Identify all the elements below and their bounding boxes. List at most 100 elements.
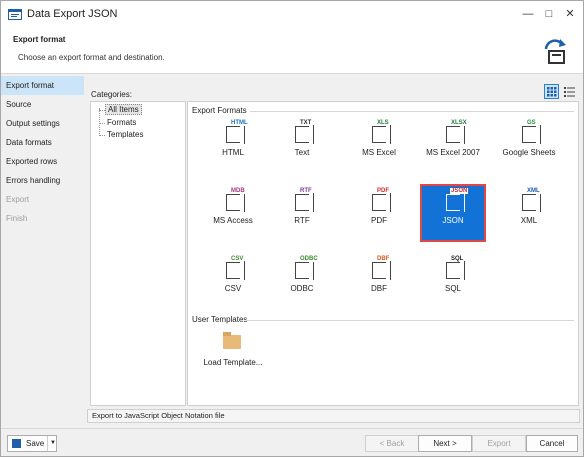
format-tile-text[interactable]: TXT Text (271, 118, 333, 172)
format-label: CSV (224, 284, 242, 293)
format-tile-ms-access[interactable]: MDB MS Access (202, 186, 264, 240)
format-badge: JSON (450, 188, 469, 194)
export-arrows-icon (544, 39, 566, 64)
save-button[interactable]: Save ▼ (7, 435, 57, 452)
divider (246, 320, 574, 321)
nav-item-data-formats[interactable]: Data formats (1, 133, 84, 152)
format-label: RTF (294, 216, 310, 225)
formats-panel: Export Formats User Templates Load Templ… (187, 101, 579, 406)
format-label: PDF (371, 216, 387, 225)
format-badge: MDB (230, 188, 246, 194)
export-wizard-window: Data Export JSON — □ ✕ Export format Cho… (0, 0, 584, 457)
nav-item-export-format[interactable]: Export format (1, 76, 84, 95)
format-tile-google-sheets[interactable]: GS Google Sheets (498, 118, 560, 172)
back-button[interactable]: < Back (365, 435, 419, 452)
nav-item-exported-rows[interactable]: Exported rows (1, 152, 84, 171)
load-template-tile[interactable]: Load Template... (202, 328, 264, 382)
format-badge: XLSX (450, 120, 468, 126)
grid-icon (547, 87, 557, 97)
nav-item-source[interactable]: Source (1, 95, 84, 114)
format-badge: DBF (376, 256, 391, 262)
large-icons-view-button[interactable] (544, 84, 559, 99)
document-icon (226, 193, 245, 212)
folder-icon (223, 332, 241, 349)
nav-item-export: Export (6, 195, 30, 204)
format-tile-ms-excel-2007[interactable]: XLSX MS Excel 2007 (422, 118, 484, 172)
format-label: JSON (442, 216, 464, 225)
document-icon (372, 125, 391, 144)
export-formats-heading: Export Formats (192, 106, 247, 115)
tree-item-label: All Items (105, 104, 142, 115)
load-template-label: Load Template... (203, 358, 263, 367)
document-icon (295, 125, 314, 144)
wizard-nav: Export format Source Output settings Data f… (1, 76, 84, 426)
document-icon (522, 125, 541, 144)
cancel-button[interactable]: Cancel (526, 435, 578, 452)
format-label: MS Access (213, 216, 253, 225)
format-label: DBF (371, 284, 387, 293)
format-label: MS Excel (362, 148, 396, 157)
tree-item-templates[interactable]: Templates (105, 129, 145, 141)
document-icon (295, 261, 314, 280)
status-bar: Export to JavaScript Object Notation fil… (87, 409, 580, 423)
format-badge: GS (526, 120, 537, 126)
next-button[interactable]: Next > (418, 435, 472, 452)
list-view-button[interactable] (562, 84, 577, 99)
tree-item-label: Templates (107, 130, 144, 139)
divider (250, 111, 574, 112)
document-icon (226, 125, 245, 144)
format-badge: XLS (376, 120, 390, 126)
tree-item-formats[interactable]: Formats (105, 117, 138, 129)
format-tile-sql[interactable]: SQL SQL (422, 254, 484, 308)
format-badge: SQL (450, 256, 465, 262)
format-badge: ODBC (299, 256, 319, 262)
save-icon (12, 439, 21, 448)
format-badge: PDF (376, 188, 390, 194)
minimize-icon[interactable]: — (521, 7, 535, 21)
document-icon (372, 193, 391, 212)
nav-item-errors-handling[interactable]: Errors handling (1, 171, 84, 190)
document-icon (446, 261, 465, 280)
page-title: Export format (13, 35, 66, 44)
chevron-down-icon[interactable]: ▼ (50, 436, 56, 451)
format-tile-json[interactable]: JSON JSON (420, 184, 486, 242)
format-tile-xml[interactable]: XML XML (498, 186, 560, 240)
format-tile-rtf[interactable]: RTF RTF (271, 186, 333, 240)
format-badge: RTF (299, 188, 313, 194)
export-button[interactable]: Export (472, 435, 526, 452)
format-label: Text (294, 148, 310, 157)
save-label: Save (26, 439, 45, 448)
page-subtitle: Choose an export format and destination. (18, 53, 165, 62)
nav-item-finish: Finish (6, 214, 28, 223)
format-badge: HTML (230, 120, 249, 126)
format-tile-csv[interactable]: CSV CSV (202, 254, 264, 308)
title-bar: Data Export JSON — □ ✕ (1, 1, 583, 27)
format-tile-ms-excel[interactable]: XLS MS Excel (348, 118, 410, 172)
document-icon (226, 261, 245, 280)
tree-item-all-items[interactable]: All Items (105, 104, 142, 116)
maximize-icon[interactable]: □ (542, 7, 556, 21)
document-icon (446, 125, 465, 144)
nav-item-output-settings[interactable]: Output settings (1, 114, 84, 133)
tree-connector (99, 108, 100, 134)
categories-tree: All Items Formats Templates (90, 101, 186, 406)
format-label: MS Excel 2007 (426, 148, 480, 157)
wizard-footer: Save ▼ < Back Next > Export Cancel (1, 428, 583, 456)
close-icon[interactable]: ✕ (563, 7, 577, 21)
user-templates-heading: User Templates (192, 315, 248, 324)
format-tile-dbf[interactable]: DBF DBF (348, 254, 410, 308)
format-tile-html[interactable]: HTML HTML (202, 118, 264, 172)
divider (47, 436, 48, 451)
format-label: ODBC (290, 284, 314, 293)
document-icon (522, 193, 541, 212)
format-label: Google Sheets (502, 148, 556, 157)
format-tile-odbc[interactable]: ODBC ODBC (271, 254, 333, 308)
tree-item-label: Formats (107, 117, 137, 127)
categories-label: Categories: (91, 90, 132, 99)
app-icon (8, 9, 22, 20)
format-badge: TXT (299, 120, 313, 126)
format-label: SQL (444, 284, 461, 293)
list-icon (564, 87, 575, 97)
format-tile-pdf[interactable]: PDF PDF (348, 186, 410, 240)
format-badge: XML (526, 188, 541, 194)
